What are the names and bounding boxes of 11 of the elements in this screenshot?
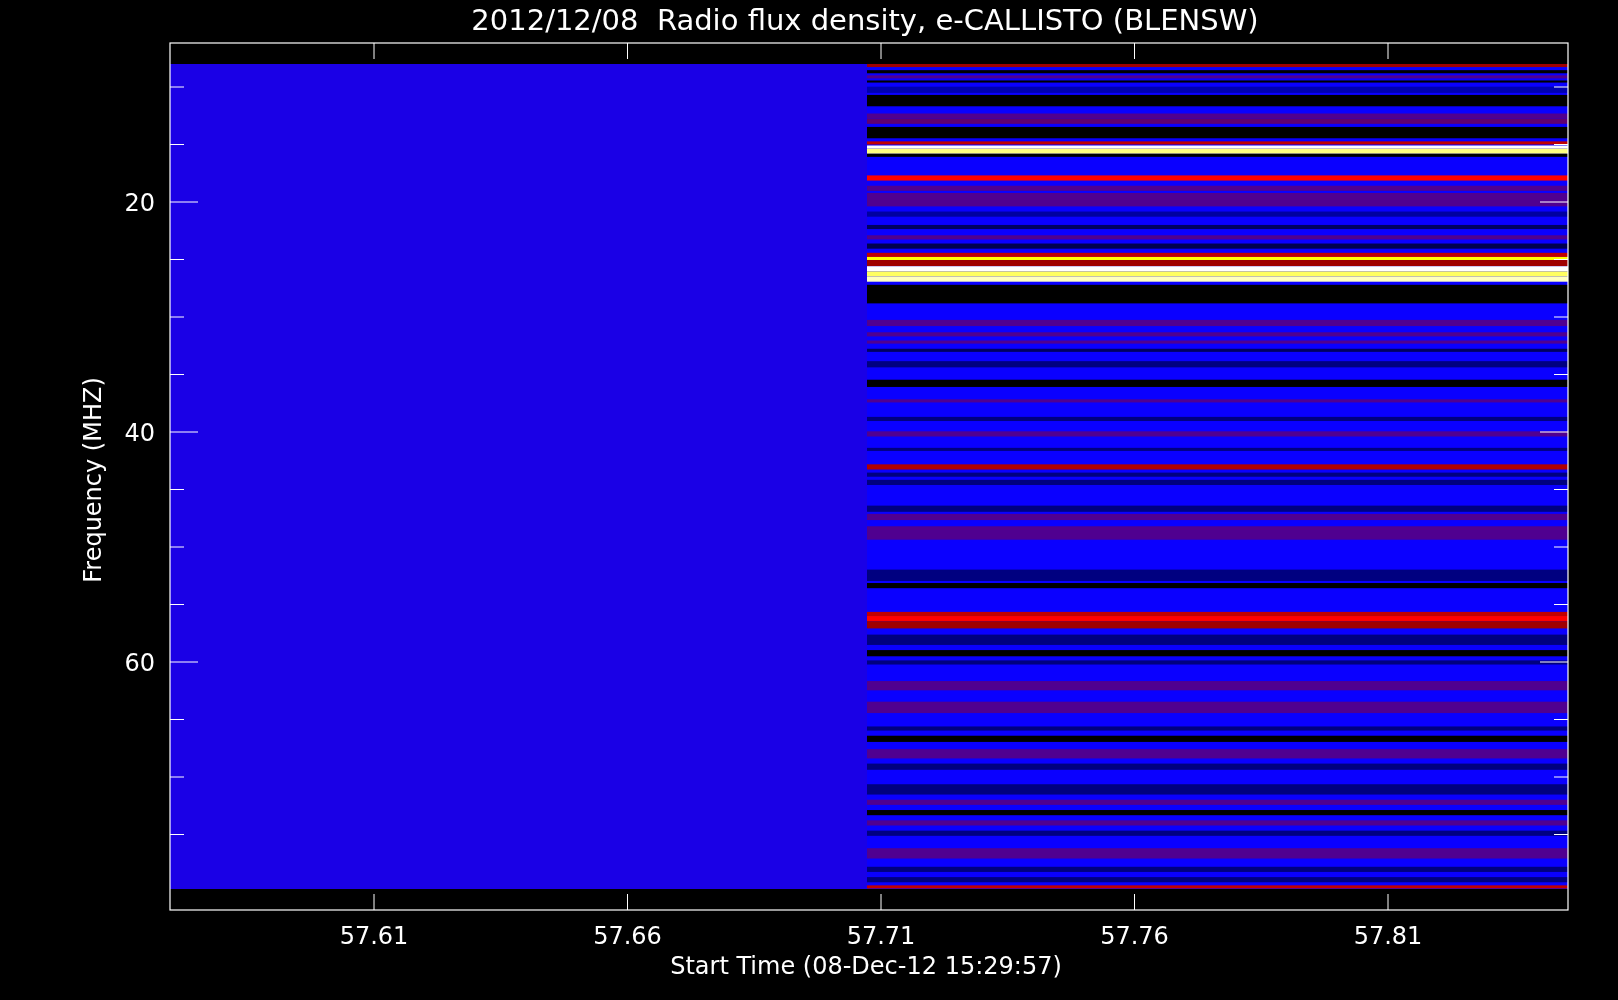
x-tick-label: 57.61 [339,922,409,950]
x-tick-label: 57.76 [1100,922,1169,950]
y-axis-label: Frequency (MHZ) [79,377,107,583]
y-tick-label: 60 [124,649,155,677]
x-tick-label: 57.71 [846,922,916,950]
x-axis-label: Start Time (08-Dec-12 15:29:57) [670,952,1062,980]
x-tick-label: 57.81 [1353,922,1423,950]
y-tick-label: 40 [124,419,155,447]
x-tick-label: 57.66 [593,922,662,950]
plot-title: 2012/12/08 Radio flux density, e-CALLISTO (BLENSW) [471,3,1259,37]
y-tick-label: 20 [124,189,155,217]
